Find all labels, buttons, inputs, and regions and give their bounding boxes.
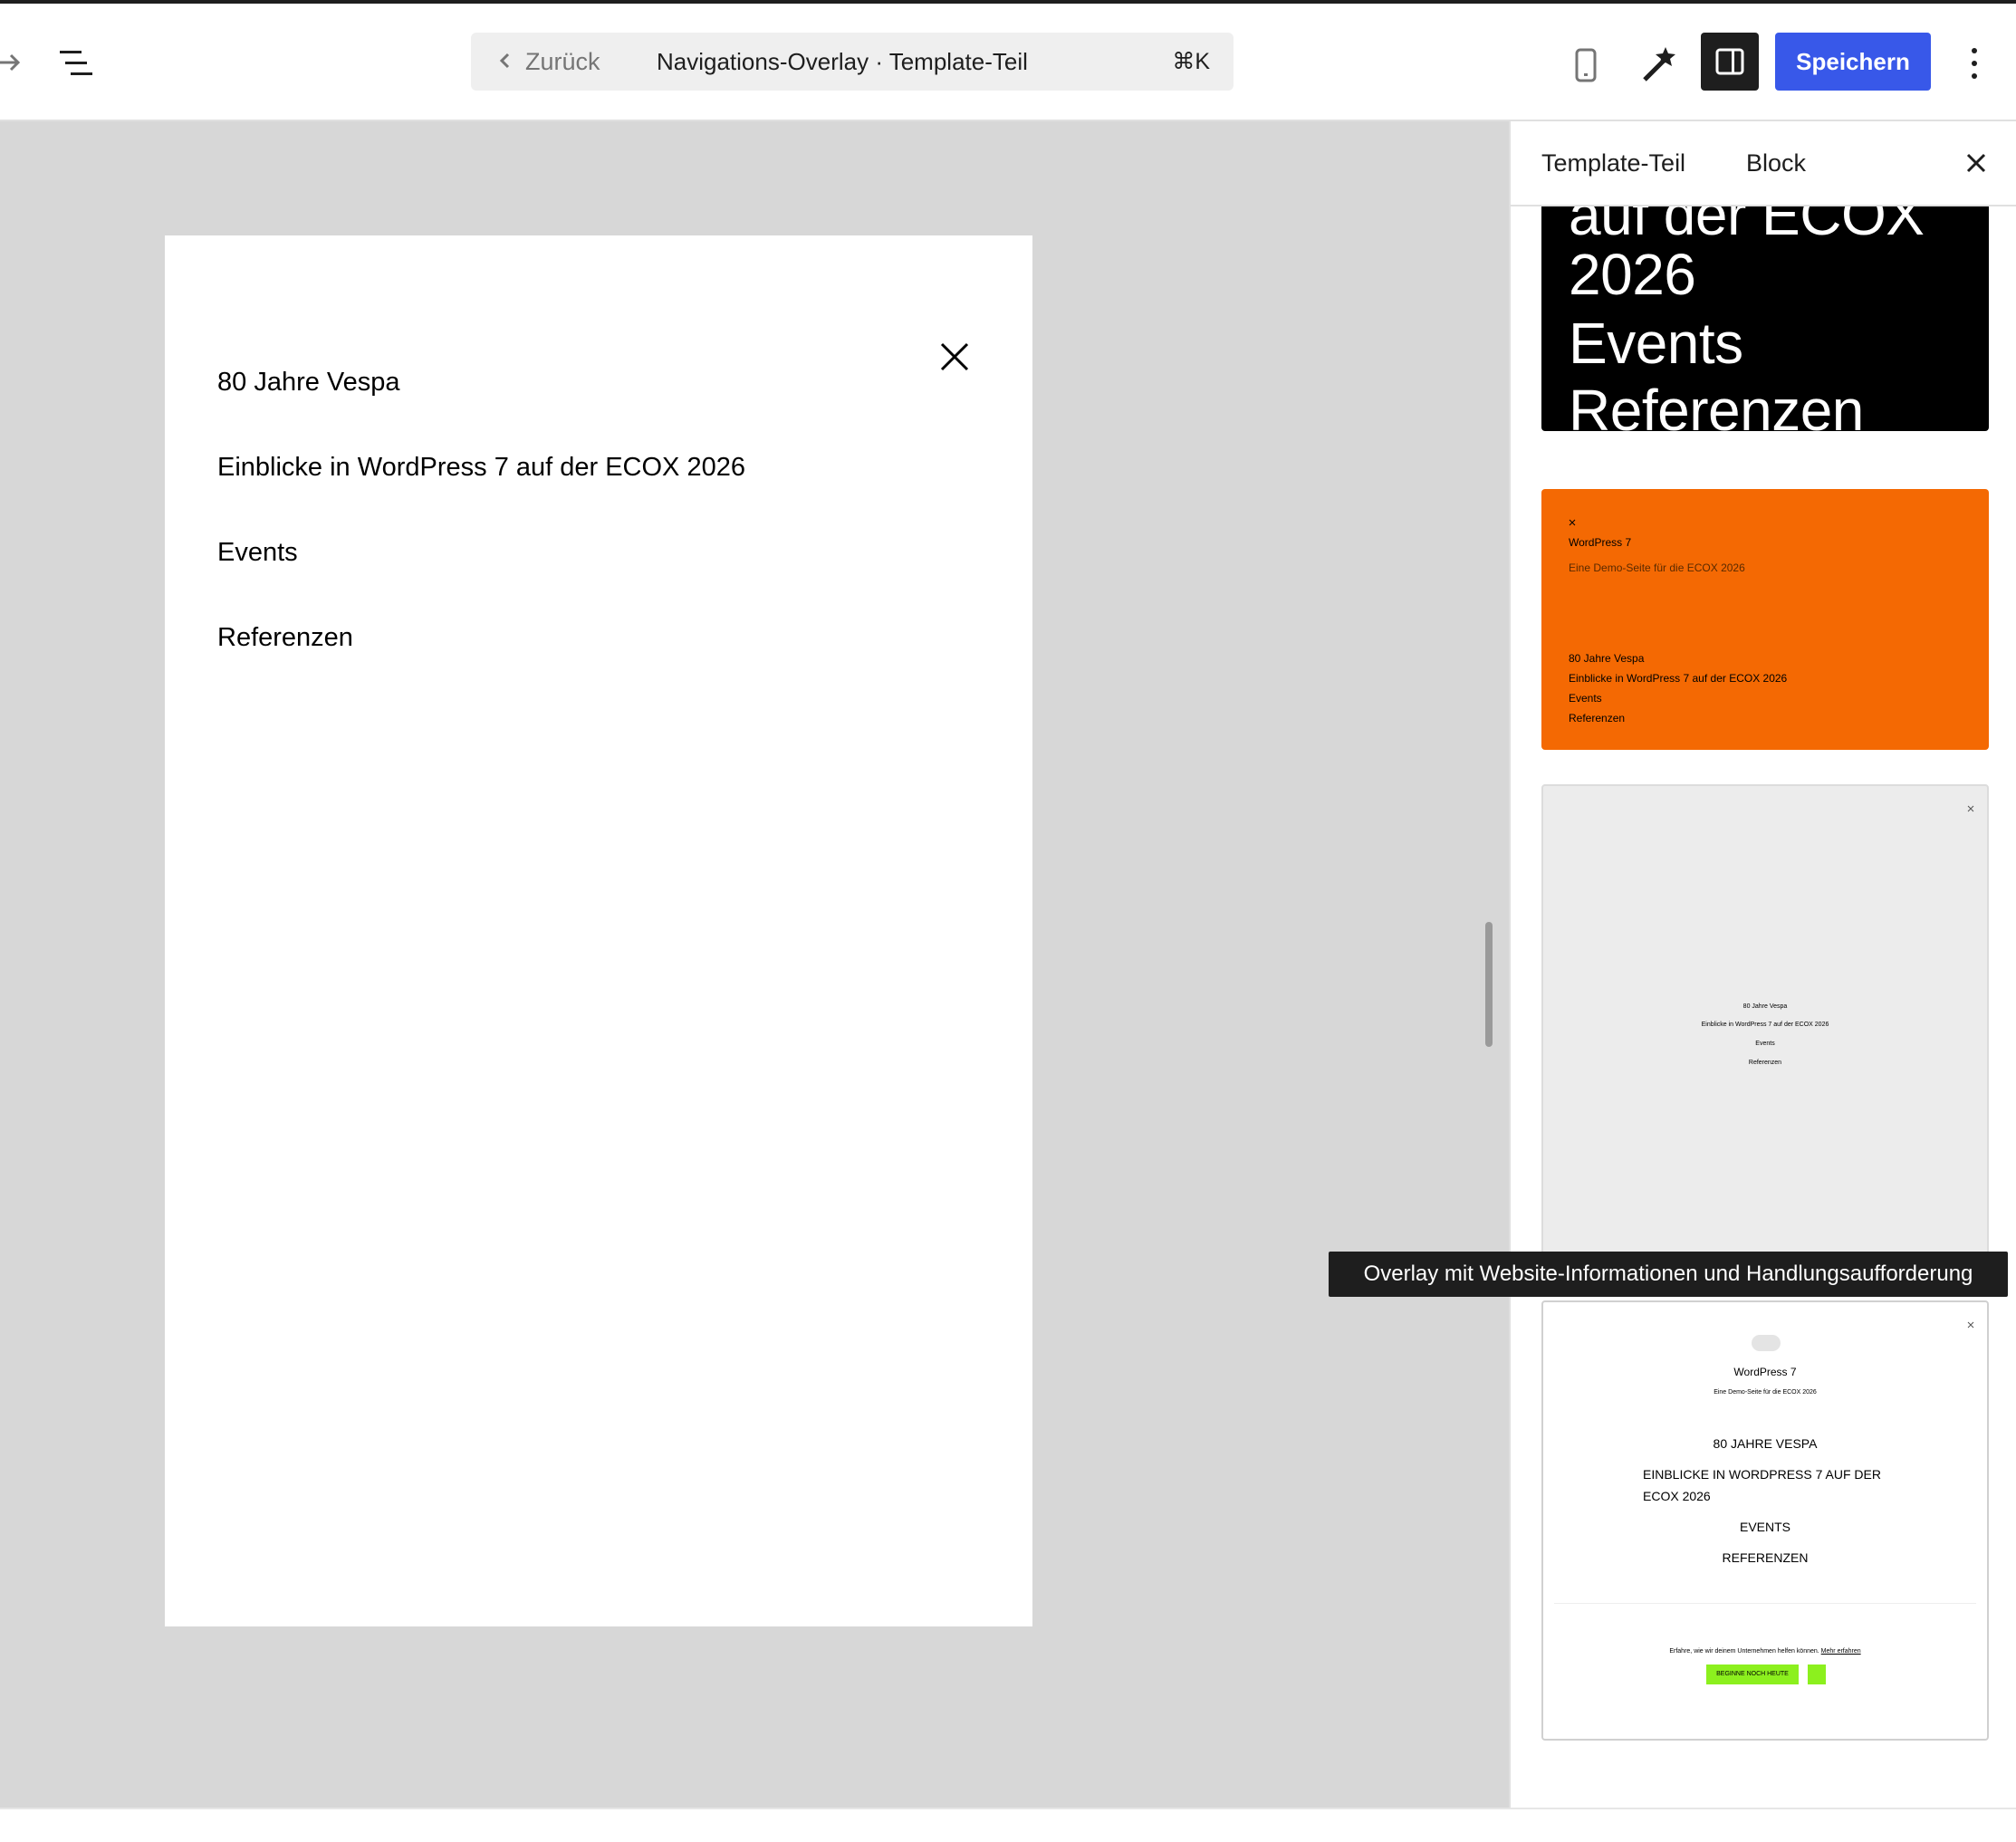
preview-nav-item: ECOX 2026	[1643, 1489, 1711, 1503]
magic-wand-icon[interactable]	[1639, 43, 1679, 83]
pattern-tooltip: Overlay mit Website-Informationen und Ha…	[1329, 1252, 2008, 1297]
preview-nav-item: EINBLICKE IN WORDPRESS 7 AUF DER	[1643, 1467, 1881, 1482]
editor-canvas[interactable]: 80 Jahre Vespa Einblicke in WordPress 7 …	[0, 121, 1509, 1808]
more-vertical-icon[interactable]	[1963, 43, 1985, 83]
preview-site-title: WordPress 7	[1569, 536, 1632, 549]
bottom-strip	[0, 1808, 2016, 1842]
preview-nav-item: 80 Jahre Vespa	[1742, 1003, 1788, 1010]
preview-cta-link: Mehr erfahren	[1820, 1648, 1861, 1655]
site-logo-placeholder	[1752, 1335, 1781, 1351]
preview-nav-item: Events	[1569, 692, 1602, 705]
divider	[1554, 1603, 1976, 1604]
save-button[interactable]: Speichern	[1775, 33, 1931, 91]
pattern-preview-black[interactable]: auf der ECOX 2026 Events Referenzen	[1541, 205, 1989, 431]
nav-item[interactable]: 80 Jahre Vespa	[217, 368, 400, 398]
preview-nav-item: REFERENZEN	[1722, 1550, 1809, 1565]
navigation-overlay-frame[interactable]: 80 Jahre Vespa Einblicke in WordPress 7 …	[165, 235, 1032, 1626]
shortcut-hint: ⌘K	[1172, 49, 1210, 74]
pattern-previews: auf der ECOX 2026 Events Referenzen Word…	[1511, 205, 2016, 1808]
pattern-preview-white[interactable]: WordPress 7 Eine Demo-Seite für die ECOX…	[1541, 1300, 1989, 1741]
preview-nav-item: Events	[1755, 1041, 1775, 1047]
back-label: Zurück	[525, 47, 600, 75]
command-bar[interactable]: Zurück Navigations-Overlay · Template-Te…	[471, 33, 1234, 91]
settings-sidebar: Template-Teil Block auf der ECOX 2026 Ev…	[1509, 121, 2016, 1808]
tab-template-part[interactable]: Template-Teil	[1541, 121, 1685, 205]
close-icon	[1569, 514, 1576, 531]
sidebar-tabs: Template-Teil Block	[1511, 121, 2016, 206]
list-view-icon[interactable]	[58, 47, 94, 80]
close-icon[interactable]	[938, 341, 971, 373]
preview-text: Events	[1569, 311, 1743, 376]
preview-nav-item: 80 Jahre Vespa	[1569, 652, 1645, 665]
preview-nav-item: Einblicke in WordPress 7 auf der ECOX 20…	[1701, 1022, 1829, 1028]
arrow-right-icon[interactable]	[0, 49, 22, 76]
chevron-left-icon	[498, 48, 511, 76]
preview-cta-button: BEGINNE NOCH HEUTE	[1706, 1665, 1799, 1684]
preview-tagline: Eine Demo-Seite für die ECOX 2026	[1714, 1389, 1817, 1396]
document-title[interactable]: Navigations-Overlay · Template-Teil	[657, 33, 1028, 91]
sidebar-settings-icon	[1715, 47, 1744, 81]
settings-toggle-button[interactable]	[1701, 33, 1759, 91]
back-button[interactable]: Zurück	[498, 33, 600, 91]
close-icon	[1967, 801, 1974, 817]
preview-text: Referenzen	[1569, 378, 1864, 431]
preview-nav-item: EVENTS	[1739, 1520, 1790, 1534]
preview-cta-line: Erfahre, wie wir deinem Unternehmen helf…	[1543, 1648, 1987, 1655]
preview-nav-item: Referenzen	[1748, 1060, 1782, 1066]
scrollbar[interactable]	[1485, 922, 1493, 1047]
nav-item[interactable]: Einblicke in WordPress 7 auf der ECOX 20…	[217, 453, 745, 483]
tab-block[interactable]: Block	[1746, 121, 1806, 205]
pattern-preview-orange[interactable]: WordPress 7 Eine Demo-Seite für die ECOX…	[1541, 489, 1989, 750]
nav-item[interactable]: Events	[217, 538, 298, 568]
preview-tagline: Eine Demo-Seite für die ECOX 2026	[1569, 561, 1745, 574]
pattern-preview-gray[interactable]: 80 Jahre Vespa Einblicke in WordPress 7 …	[1541, 784, 1989, 1255]
mobile-device-icon[interactable]	[1572, 47, 1599, 83]
editor-header: Zurück Navigations-Overlay · Template-Te…	[0, 4, 2016, 121]
close-icon[interactable]	[1963, 150, 1989, 176]
preview-site-title: WordPress 7	[1733, 1366, 1797, 1378]
preview-nav-item: Einblicke in WordPress 7 auf der ECOX 20…	[1569, 672, 1788, 685]
nav-item[interactable]: Referenzen	[217, 623, 353, 653]
preview-cta-swatch	[1808, 1665, 1826, 1684]
preview-nav-item: Referenzen	[1569, 712, 1626, 724]
preview-cta-text: Erfahre, wie wir deinem Unternehmen helf…	[1669, 1648, 1819, 1655]
preview-text: 2026	[1569, 242, 1696, 307]
close-icon	[1967, 1317, 1974, 1333]
preview-nav-item: 80 JAHRE VESPA	[1713, 1436, 1818, 1451]
